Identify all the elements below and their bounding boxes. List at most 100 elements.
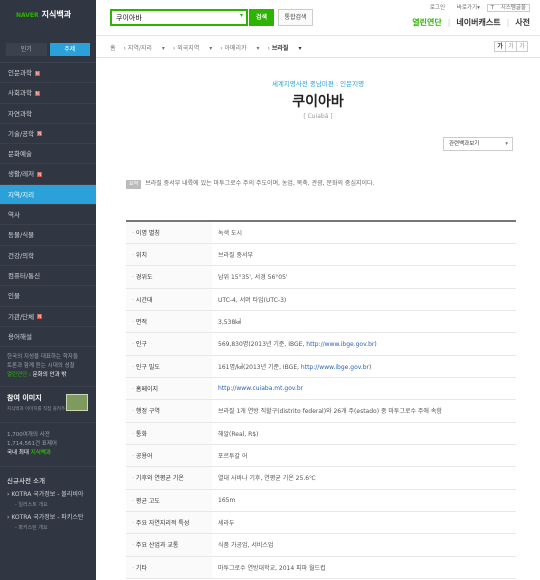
shortcut-link[interactable]: 바로가기▾ — [452, 5, 480, 11]
crumb-brazil[interactable]: 브라질 ▾ — [272, 45, 302, 52]
new-dict-sub[interactable]: - 파키스탄 개요 — [7, 524, 89, 531]
shortcut-label: 바로가기 — [456, 5, 478, 11]
promo-banner[interactable]: 한국의 지성을 대표하는 학자들 토론과 함께 듣는 시대의 성찰 열린연단 :… — [0, 347, 96, 388]
row-value-cell: 헤알(Real, R$) — [212, 422, 516, 445]
sidebar-item[interactable]: 컴퓨터/통신 — [0, 266, 96, 287]
row-value: 식품 가공업, 서비스업 — [218, 542, 274, 550]
promo-highlight: 열린연단 — [7, 372, 28, 379]
row-key: 위치 — [126, 243, 212, 267]
top-header: NAVER지식백과 ▾ 검색 통합검색 로그인 바로가기▾ T 시스템글꼴 열린… — [0, 0, 540, 36]
source-dictionary[interactable]: 세계지명사전 중남미편 : 인문지명 — [96, 78, 540, 88]
new-dict-title: KOTRA 국가정보 - 볼리비아 — [11, 491, 84, 499]
tab-topic[interactable]: 주제 — [49, 43, 90, 56]
nav-divider: | — [447, 18, 451, 27]
sidebar-tabs: 인기 주제 — [0, 36, 96, 63]
row-link[interactable]: http://www.ibge.gov.br — [306, 341, 374, 348]
sidebar-item[interactable]: 건강/의학 — [0, 246, 96, 266]
row-value-cell: 3,538㎢ — [212, 310, 516, 334]
sidebar-item[interactable]: 인물 — [0, 286, 96, 307]
table-row: 행정 구역 브라질 1개 연방 직할구(distrito federal)와 26… — [126, 399, 516, 423]
entry-content: 세계지명사전 중남미편 : 인문지명 쿠이아바 [ Cuiabá ] 관련백과보… — [96, 58, 540, 580]
utility-links: 로그인 바로가기▾ T 시스템글꼴 — [425, 3, 530, 12]
nav-navercast[interactable]: 네이버캐스트 — [456, 18, 500, 27]
sidebar-item[interactable]: 동물/식물 — [0, 225, 96, 246]
nav-open-lecture[interactable]: 열린연단 — [412, 18, 441, 27]
search-button[interactable]: 검색 — [249, 9, 274, 26]
sidebar-item[interactable]: 기술/공학 N — [0, 124, 96, 145]
table-row: 통화 헤알(Real, R$) — [126, 422, 516, 445]
row-key: 기후와 연평균 기온 — [126, 466, 212, 490]
row-key: 통화 — [126, 422, 212, 445]
related-select-label: 관련백과보기 — [449, 141, 480, 147]
row-key: 공용어 — [126, 444, 212, 468]
sidebar-item[interactable]: 용어해설 — [0, 327, 96, 348]
autocomplete-toggle-icon[interactable]: ▾ — [240, 12, 243, 19]
row-value-cell: 브라질 중서부 — [212, 243, 516, 267]
new-dict-sub[interactable]: - 일러스트 개요 — [7, 501, 89, 508]
row-key: 인구 밀도 — [126, 355, 212, 378]
new-badge-icon: N — [37, 314, 43, 320]
sidebar-item[interactable]: 문화예술 — [0, 144, 96, 165]
system-font-button[interactable]: T 시스템글꼴 — [486, 4, 530, 12]
crumb-america[interactable]: 아메리카 ▾ — [225, 45, 260, 52]
crumb-label: 아메리카 — [224, 45, 247, 52]
system-font-label: 시스템글꼴 — [500, 5, 526, 11]
table-row: 홈페이지 http://www.cuiaba.mt.gov.br — [126, 377, 516, 401]
row-value: 마투그로수 연방대학교, 2014 피파 월드컵 — [218, 564, 326, 572]
participate-image-banner[interactable]: 참여 이미지 지식백과 이미지를 직접 올려주세요 — [0, 387, 96, 424]
sidebar-item[interactable]: 지역/지리 — [0, 184, 96, 206]
landscape-thumbnail — [66, 394, 88, 412]
new-dict-item[interactable]: › KOTRA 국가정보 - 파키스탄 — [7, 514, 89, 522]
sidebar-item-label: 기술/공학 — [8, 129, 35, 138]
tab-popular[interactable]: 인기 — [6, 43, 47, 56]
chevron-down-icon: ▾ — [505, 141, 508, 147]
row-link[interactable]: http://www.cuiaba.mt.gov.br — [218, 385, 303, 392]
row-link[interactable]: http://www.ibge.gov.br — [301, 364, 369, 371]
entry-count: 1,714,561건 표제어 — [7, 441, 57, 448]
new-badge-icon: N — [37, 131, 43, 137]
font-size-large[interactable]: 가 — [516, 41, 528, 52]
row-value-cell: 165m — [212, 489, 516, 512]
table-row: 면적 3,538㎢ — [126, 310, 516, 334]
integrated-search-button[interactable]: 통합검색 — [278, 9, 313, 26]
row-key: 평균 고도 — [126, 489, 212, 512]
row-value: 열대 사바나 기후, 연평균 기온 25.6℃ — [218, 475, 316, 483]
row-value-cell: 녹색 도시 — [212, 221, 516, 244]
sidebar-item[interactable]: 역사 — [0, 205, 96, 226]
row-key: 시간대 — [126, 288, 212, 311]
sidebar-item-label: 인문과학 — [8, 69, 32, 77]
related-encyclopedia-select[interactable]: 관련백과보기 ▾ — [443, 137, 513, 151]
crumb-home[interactable]: 홈 — [110, 45, 116, 52]
login-link[interactable]: 로그인 — [430, 5, 445, 11]
crumb-label: 지역/지리 — [127, 45, 152, 52]
row-value-cell: UTC-4, 서머 타임(UTC-3) — [212, 288, 516, 311]
sidebar-item[interactable]: 기관/단체 N — [0, 307, 96, 327]
sidebar-item[interactable]: 자연과학 — [0, 104, 96, 124]
table-row: 기타 마투그로수 연방대학교, 2014 피파 월드컵 — [126, 556, 516, 580]
row-value: 161명/㎢(2013년 기준, IBGE, — [218, 363, 301, 371]
row-key: 홈페이지 — [126, 377, 212, 401]
naver-logo[interactable]: NAVER 지식백과 — [0, 0, 96, 36]
promo-line-1: 한국의 지성을 대표하는 학자들 — [7, 354, 79, 361]
row-key: 이명 별칭 — [126, 221, 212, 244]
top-nav: 열린연단 | 네이버캐스트 | 사전 — [406, 17, 530, 28]
sidebar-item-label: 사회과학 — [8, 89, 32, 98]
search-input[interactable] — [112, 11, 232, 24]
original-name: [ Cuiabá ] — [303, 113, 333, 120]
row-value: 3,538㎢ — [218, 319, 242, 327]
summary: 요약 브라질 중서부 내륙에 있는 마투그로수 주의 주도이며, 농업, 목축, … — [126, 178, 510, 189]
table-row: 평균 고도 165m — [126, 489, 516, 512]
crumb-foreign[interactable]: 외국지역 ▾ — [177, 45, 212, 52]
crumb-region[interactable]: 지역/지리 ▾ — [128, 45, 165, 52]
new-dict-item[interactable]: › KOTRA 국가정보 - 볼리비아 — [7, 491, 89, 499]
sidebar-item[interactable]: 사회과학 N — [0, 83, 96, 104]
new-badge-icon: N — [34, 90, 40, 96]
row-key: 기타 — [126, 556, 212, 580]
sidebar-item[interactable]: 생활/레저 N — [0, 164, 96, 185]
naver-brand: NAVER — [16, 12, 39, 19]
encyclopedia-label: 지식백과 — [30, 450, 51, 457]
promo-title: 문화의 안과 밖 — [32, 372, 67, 379]
nav-dictionary[interactable]: 사전 — [515, 18, 530, 27]
row-value: 남위 15°35', 서경 56°05' — [218, 274, 288, 282]
sidebar-item[interactable]: 인문과학 N — [0, 63, 96, 84]
